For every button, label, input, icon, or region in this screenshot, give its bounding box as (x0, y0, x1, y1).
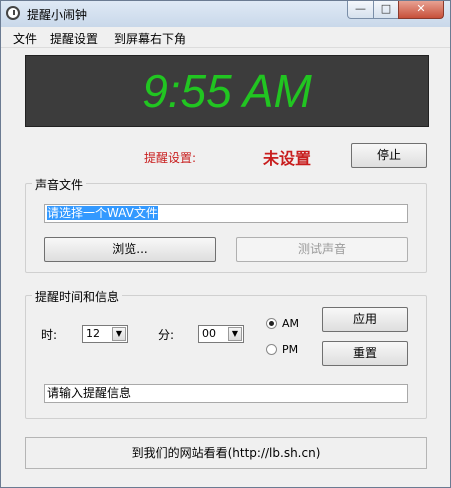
sound-group-title: 声音文件 (32, 176, 87, 193)
clock-display: 9:55 AM (25, 55, 429, 127)
minimize-button[interactable]: — (347, 1, 374, 19)
minute-label: 分: (158, 328, 175, 342)
window-title: 提醒小闹钟 (27, 8, 88, 22)
sound-file-input[interactable]: 请选择一个WAV文件 (44, 204, 408, 223)
chevron-down-icon: ▼ (228, 327, 242, 341)
menu-move-to-corner[interactable]: 到屏幕右下角 (114, 30, 186, 47)
reminder-status-value: 未设置 (263, 149, 312, 168)
test-sound-button[interactable]: 测试声音 (236, 237, 408, 262)
browse-button[interactable]: 浏览... (44, 237, 216, 262)
app-window: 提醒小闹钟 — □ ✕ 文件 提醒设置 到屏幕右下角 9:55 AM 提醒设置:… (0, 0, 451, 488)
hour-label: 时: (41, 328, 58, 342)
reminder-status-label: 提醒设置: (144, 151, 197, 165)
am-label[interactable]: AM (282, 317, 299, 330)
pm-radio[interactable] (266, 344, 277, 355)
reminder-message-input[interactable]: 请输入提醒信息 (44, 384, 408, 403)
menu-bar: 文件 提醒设置 到屏幕右下角 (1, 27, 450, 48)
sound-file-value: 请选择一个WAV文件 (47, 206, 158, 220)
hour-value: 12 (86, 327, 100, 340)
reminder-group-title: 提醒时间和信息 (32, 288, 123, 305)
am-radio[interactable] (266, 318, 277, 329)
hour-select[interactable]: 12 ▼ (82, 325, 128, 343)
minimize-icon: — (355, 2, 366, 15)
close-icon: ✕ (416, 2, 426, 15)
apply-button[interactable]: 应用 (322, 307, 408, 332)
minute-value: 00 (202, 327, 216, 340)
maximize-button[interactable]: □ (373, 1, 399, 19)
pm-label[interactable]: PM (282, 343, 298, 356)
title-bar[interactable]: 提醒小闹钟 — □ ✕ (1, 1, 450, 27)
reset-button[interactable]: 重置 (322, 341, 408, 366)
close-button[interactable]: ✕ (398, 1, 444, 19)
website-link[interactable]: 到我们的网站看看(http://lb.sh.cn) (25, 437, 427, 469)
clock-time: 9:55 AM (142, 65, 312, 117)
menu-file[interactable]: 文件 (13, 30, 37, 47)
stop-button[interactable]: 停止 (351, 143, 427, 168)
clock-icon (6, 6, 20, 20)
maximize-icon: □ (380, 2, 392, 15)
menu-reminder-settings[interactable]: 提醒设置 (50, 30, 98, 47)
minute-select[interactable]: 00 ▼ (198, 325, 244, 343)
chevron-down-icon: ▼ (112, 327, 126, 341)
